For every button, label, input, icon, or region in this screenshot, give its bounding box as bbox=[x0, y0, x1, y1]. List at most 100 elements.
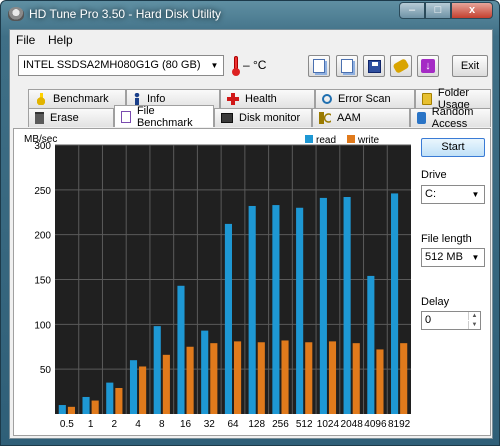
x-tick-label: 4096 bbox=[364, 419, 387, 430]
x-tick-label: 256 bbox=[272, 419, 289, 430]
bar-write-32 bbox=[210, 343, 218, 414]
copy-icon bbox=[313, 59, 325, 73]
file-length-value: 512 MB bbox=[425, 251, 463, 263]
thermometer-icon bbox=[232, 56, 240, 76]
legend-read-swatch bbox=[305, 135, 313, 143]
arrow-down-icon: ↓ bbox=[421, 59, 435, 73]
x-tick-label: 1 bbox=[88, 419, 94, 430]
x-tick-label: 64 bbox=[227, 419, 239, 430]
file-length-select[interactable]: 512 MB ▼ bbox=[421, 248, 485, 267]
start-button[interactable]: Start bbox=[421, 138, 485, 157]
y-tick-label: 150 bbox=[34, 276, 51, 287]
x-tick-label: 2048 bbox=[341, 419, 364, 430]
copy-screenshot-icon bbox=[341, 59, 353, 73]
drive-select[interactable]: INTEL SSDSA2MH080G1G (80 GB) ▼ bbox=[18, 55, 224, 76]
tab-label: File Benchmark bbox=[136, 104, 193, 129]
delay-label: Delay bbox=[421, 296, 450, 308]
tab-file-benchmark[interactable]: File Benchmark bbox=[114, 104, 214, 129]
health-cross-icon bbox=[227, 93, 239, 105]
bar-write-16 bbox=[186, 346, 194, 414]
x-tick-label: 512 bbox=[296, 419, 313, 430]
tab-label: Disk monitor bbox=[239, 112, 301, 124]
bar-read-16 bbox=[177, 285, 185, 414]
bar-write-64 bbox=[234, 341, 242, 414]
download-button[interactable]: ↓ bbox=[417, 55, 439, 77]
tab-random-access[interactable]: Random Access bbox=[410, 106, 491, 130]
x-tick-label: 4 bbox=[135, 419, 141, 430]
tab-label: Info bbox=[147, 93, 166, 105]
x-tick-label: 16 bbox=[180, 419, 192, 430]
tab-disk-monitor[interactable]: Disk monitor bbox=[214, 108, 312, 127]
options-button[interactable] bbox=[390, 55, 412, 77]
x-tick-label: 128 bbox=[248, 419, 265, 430]
tab-label: Health bbox=[245, 93, 277, 105]
bar-write-512 bbox=[305, 342, 313, 414]
delay-spinner[interactable]: 0 ▲ ▼ bbox=[421, 311, 481, 330]
thermometer-icon bbox=[35, 93, 47, 105]
menu-bar: File Help bbox=[10, 30, 492, 50]
spin-down-icon[interactable]: ▼ bbox=[468, 321, 480, 329]
legend-write-label: write bbox=[357, 135, 380, 146]
menu-help[interactable]: Help bbox=[48, 33, 73, 47]
bar-write-4096 bbox=[376, 349, 384, 414]
client-area: File Help INTEL SSDSA2MH080G1G (80 GB) ▼… bbox=[9, 29, 493, 439]
tab-erase[interactable]: Erase bbox=[28, 108, 114, 127]
copy-screenshot-button[interactable] bbox=[336, 55, 358, 77]
tab-label: Benchmark bbox=[53, 93, 109, 105]
drive-select-value: INTEL SSDSA2MH080G1G (80 GB) bbox=[23, 59, 201, 71]
tab-label: Random Access bbox=[431, 106, 474, 130]
toolbar: INTEL SSDSA2MH080G1G (80 GB) ▼ – °C ↓ Ex… bbox=[10, 51, 492, 81]
bar-read-4 bbox=[129, 360, 138, 414]
copy-info-button[interactable] bbox=[308, 55, 330, 77]
speaker-icon bbox=[319, 112, 331, 124]
folder-icon bbox=[422, 93, 432, 105]
chevron-down-icon: ▼ bbox=[471, 190, 480, 199]
tab-benchmark[interactable]: Benchmark bbox=[28, 89, 126, 108]
title-bar[interactable]: HD Tune Pro 3.50 - Hard Disk Utility – □… bbox=[1, 1, 499, 27]
tab-aam[interactable]: AAM bbox=[312, 108, 410, 127]
tab-strip: Benchmark Info Health Error Scan Folder … bbox=[10, 86, 492, 130]
maximize-button[interactable]: □ bbox=[425, 2, 451, 19]
y-axis-ticks: 50100150200250300 bbox=[34, 141, 51, 376]
bar-write-2 bbox=[115, 387, 123, 414]
benchmark-chart: 50100150200250300 0.5 1 2 4 8 16 32 64 128 256 512… bbox=[24, 134, 411, 430]
close-button[interactable]: x bbox=[451, 2, 493, 19]
file-benchmark-panel: 50 100 150 200 250 300 0.5 1 2 4 8 16 32 64 128 256 512… bbox=[13, 128, 491, 436]
bar-read-0.5 bbox=[58, 405, 66, 414]
bar-read-32 bbox=[201, 330, 209, 414]
minimize-button[interactable]: – bbox=[399, 2, 425, 19]
exit-button[interactable]: Exit bbox=[452, 55, 488, 77]
drive-label: Drive bbox=[421, 169, 447, 181]
options-icon bbox=[392, 58, 410, 74]
disk-monitor-icon bbox=[221, 113, 233, 123]
delay-value: 0 bbox=[425, 314, 432, 326]
menu-file[interactable]: File bbox=[16, 33, 35, 47]
x-tick-label: 1024 bbox=[317, 419, 340, 430]
bar-write-0.5 bbox=[67, 406, 75, 414]
bar-read-1024 bbox=[319, 197, 327, 414]
x-axis-ticks: 0.5 1 2 4 8 16 32 64 128 256 512 1024 2048 4096 8192 bbox=[60, 419, 411, 430]
x-tick-label: 2 bbox=[112, 419, 118, 430]
bar-read-1 bbox=[82, 396, 90, 414]
magnifier-icon bbox=[322, 94, 332, 104]
spin-up-icon[interactable]: ▲ bbox=[468, 312, 480, 320]
y-axis-label: MB/sec bbox=[24, 134, 57, 145]
bar-read-128 bbox=[248, 205, 256, 414]
file-length-label: File length bbox=[421, 233, 472, 245]
bar-read-2048 bbox=[343, 197, 351, 414]
bar-read-8 bbox=[153, 326, 161, 414]
tab-health[interactable]: Health bbox=[220, 89, 315, 108]
bar-write-1 bbox=[91, 400, 99, 414]
drive-letter-select[interactable]: C: ▼ bbox=[421, 185, 485, 204]
bar-read-512 bbox=[296, 207, 304, 414]
save-button[interactable] bbox=[363, 55, 385, 77]
tab-error-scan[interactable]: Error Scan bbox=[315, 89, 415, 108]
y-tick-label: 200 bbox=[34, 231, 51, 242]
app-disk-icon bbox=[8, 7, 24, 21]
bar-read-256 bbox=[272, 205, 280, 414]
bar-write-128 bbox=[257, 342, 265, 414]
bar-write-256 bbox=[281, 340, 289, 414]
trash-icon bbox=[35, 112, 44, 124]
chevron-down-icon: ▼ bbox=[210, 61, 219, 70]
bar-read-64 bbox=[224, 223, 232, 414]
